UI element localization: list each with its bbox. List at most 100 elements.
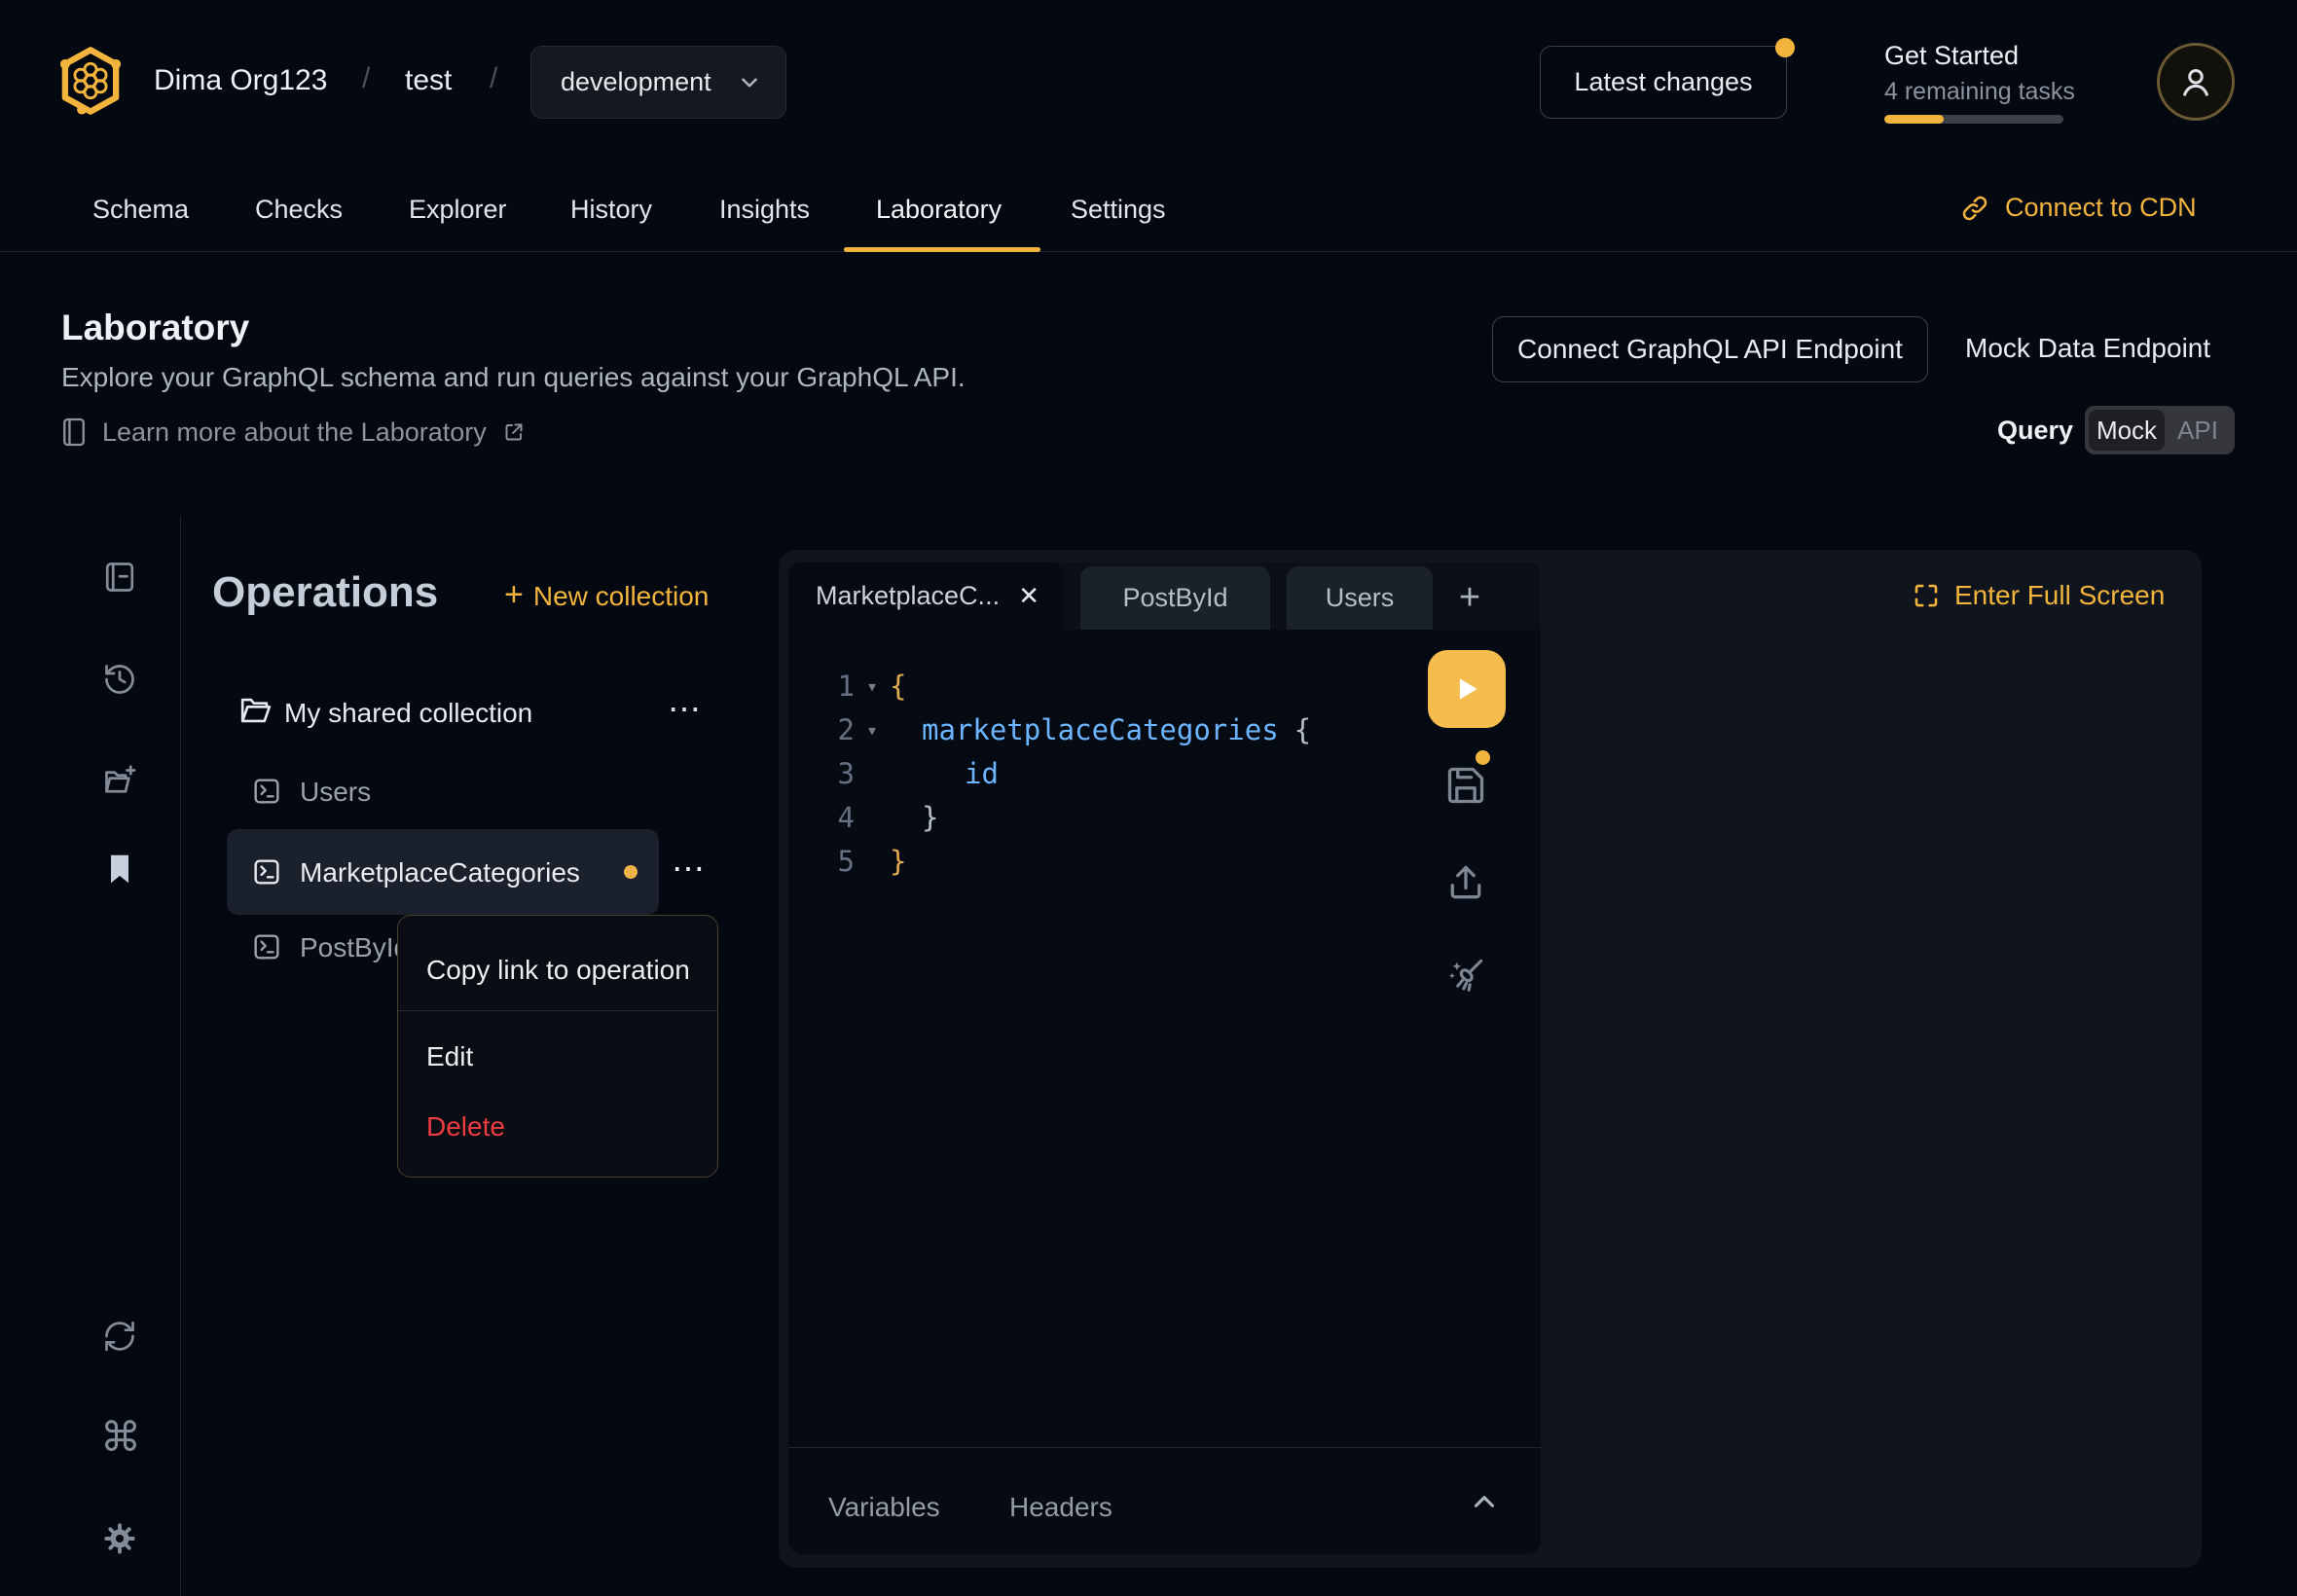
share-operation-button[interactable] <box>1444 861 1487 904</box>
tab-checks[interactable]: Checks <box>255 195 343 225</box>
save-operation-button[interactable] <box>1444 764 1487 807</box>
editor-tab-users[interactable]: Users <box>1287 566 1433 630</box>
code-line: 4 } <box>788 795 1411 839</box>
settings-gear-icon[interactable] <box>102 1521 137 1556</box>
tab-insights[interactable]: Insights <box>719 195 810 225</box>
learn-more-label: Learn more about the Laboratory <box>102 417 487 448</box>
user-avatar[interactable] <box>2157 43 2235 121</box>
person-icon <box>2175 61 2216 102</box>
page-description: Explore your GraphQL schema and run quer… <box>61 362 966 393</box>
folder-open-icon <box>238 695 273 726</box>
editor-tab-postbyid[interactable]: PostById <box>1080 566 1270 630</box>
unsaved-changes-dot <box>624 865 638 879</box>
code-token: } <box>890 801 938 834</box>
code-token-field: marketplaceCategories <box>890 713 1279 746</box>
enter-fullscreen-label: Enter Full Screen <box>1954 580 2165 611</box>
query-editor[interactable]: 1 ▾ { 2 ▾ marketplaceCategories { 3 id 4… <box>788 630 1541 1447</box>
operation-item-postbyid[interactable]: PostById <box>300 932 409 963</box>
latest-changes-button[interactable]: Latest changes <box>1540 46 1787 119</box>
external-link-icon <box>502 420 526 444</box>
line-number: 5 <box>788 845 855 878</box>
code-line: 2 ▾ marketplaceCategories { <box>788 707 1411 751</box>
learn-more-link[interactable]: Learn more about the Laboratory <box>61 417 526 448</box>
context-menu: Copy link to operation Edit Delete <box>397 915 718 1178</box>
editor-bottom-bar: Variables Headers <box>788 1447 1541 1554</box>
tab-explorer[interactable]: Explorer <box>409 195 507 225</box>
fold-arrow-icon[interactable]: ▾ <box>855 718 890 742</box>
operation-icon <box>251 776 282 807</box>
operation-icon <box>251 931 282 962</box>
fold-arrow-icon[interactable]: ▾ <box>855 674 890 698</box>
menu-item-edit[interactable]: Edit <box>426 1041 473 1072</box>
add-tab-button[interactable]: + <box>1446 574 1493 621</box>
notification-dot <box>1775 38 1795 57</box>
get-started-progress-fill <box>1884 115 1944 124</box>
operation-item-users[interactable]: Users <box>300 777 371 808</box>
enter-fullscreen-button[interactable]: Enter Full Screen <box>1912 580 2165 611</box>
editor-tab-label: MarketplaceC... <box>816 581 1000 611</box>
query-label: Query <box>1997 416 2073 446</box>
collapse-panel-button[interactable] <box>1468 1485 1501 1518</box>
add-folder-icon[interactable] <box>102 763 137 798</box>
book-icon <box>61 417 87 448</box>
mock-data-endpoint-button[interactable]: Mock Data Endpoint <box>1965 333 2210 364</box>
code-token: { <box>890 670 906 703</box>
editor-tab-label: PostById <box>1122 583 1227 613</box>
tab-schema[interactable]: Schema <box>92 195 189 225</box>
link-icon <box>1960 194 1989 223</box>
connect-endpoint-label: Connect GraphQL API Endpoint <box>1517 334 1903 365</box>
latest-changes-label: Latest changes <box>1574 67 1752 97</box>
history-icon[interactable] <box>102 662 137 697</box>
close-tab-icon[interactable]: ✕ <box>1018 581 1039 611</box>
plus-icon: + <box>504 576 524 614</box>
documentation-icon[interactable] <box>102 560 137 595</box>
breadcrumb-org[interactable]: Dima Org123 <box>154 64 327 97</box>
breadcrumb-separator: / <box>362 62 370 95</box>
collection-more-icon[interactable]: ⋯ <box>668 693 703 726</box>
run-query-button[interactable] <box>1428 650 1506 728</box>
play-icon <box>1450 672 1483 706</box>
query-mode-toggle[interactable]: Mock API <box>2085 406 2235 454</box>
menu-item-copy-link[interactable]: Copy link to operation <box>426 955 690 986</box>
bookmark-icon[interactable] <box>102 852 137 887</box>
chevron-down-icon <box>737 70 762 95</box>
operations-title: Operations <box>212 568 438 617</box>
active-tab-underline <box>844 247 1040 252</box>
collection-name[interactable]: My shared collection <box>284 698 532 729</box>
line-number: 1 <box>788 670 855 703</box>
query-mode-api[interactable]: API <box>2165 410 2231 451</box>
code-token-field: id <box>890 757 999 790</box>
clean-query-button[interactable] <box>1444 955 1487 998</box>
variables-tab[interactable]: Variables <box>828 1492 940 1523</box>
connect-to-cdn-link[interactable]: Connect to CDN <box>1960 193 2197 223</box>
headers-tab[interactable]: Headers <box>1009 1492 1112 1523</box>
fullscreen-icon <box>1912 581 1941 610</box>
shortcuts-icon[interactable]: ⌘ <box>100 1413 141 1461</box>
menu-divider <box>398 1010 717 1011</box>
code-line: 5 } <box>788 839 1411 883</box>
tab-settings[interactable]: Settings <box>1071 195 1166 225</box>
query-mode-mock[interactable]: Mock <box>2089 410 2165 451</box>
app-logo-icon[interactable] <box>58 46 123 116</box>
operation-item-marketplacecategories[interactable]: MarketplaceCategories <box>300 857 580 889</box>
menu-item-delete[interactable]: Delete <box>426 1111 505 1143</box>
line-number: 4 <box>788 801 855 834</box>
tab-history[interactable]: History <box>570 195 652 225</box>
code-area[interactable]: 1 ▾ { 2 ▾ marketplaceCategories { 3 id 4… <box>788 664 1411 883</box>
new-collection-button[interactable]: + New collection <box>504 576 709 614</box>
get-started-title[interactable]: Get Started <box>1884 41 2019 71</box>
variant-dropdown-value: development <box>561 67 711 97</box>
connect-to-cdn-label: Connect to CDN <box>2005 193 2197 223</box>
editor-tab-marketplacec[interactable]: MarketplaceC... ✕ <box>788 562 1063 630</box>
variant-dropdown[interactable]: development <box>530 46 786 119</box>
code-token: { <box>1294 713 1311 746</box>
tab-laboratory[interactable]: Laboratory <box>876 195 1002 225</box>
sync-icon[interactable] <box>102 1319 137 1354</box>
get-started-subtitle: 4 remaining tasks <box>1884 78 2075 106</box>
operation-icon <box>251 856 282 888</box>
get-started-progressbar <box>1884 115 2063 124</box>
operation-more-icon[interactable]: ⋯ <box>672 852 707 886</box>
breadcrumb-graph[interactable]: test <box>405 64 452 97</box>
connect-endpoint-button[interactable]: Connect GraphQL API Endpoint <box>1492 316 1928 382</box>
code-line: 3 id <box>788 751 1411 795</box>
